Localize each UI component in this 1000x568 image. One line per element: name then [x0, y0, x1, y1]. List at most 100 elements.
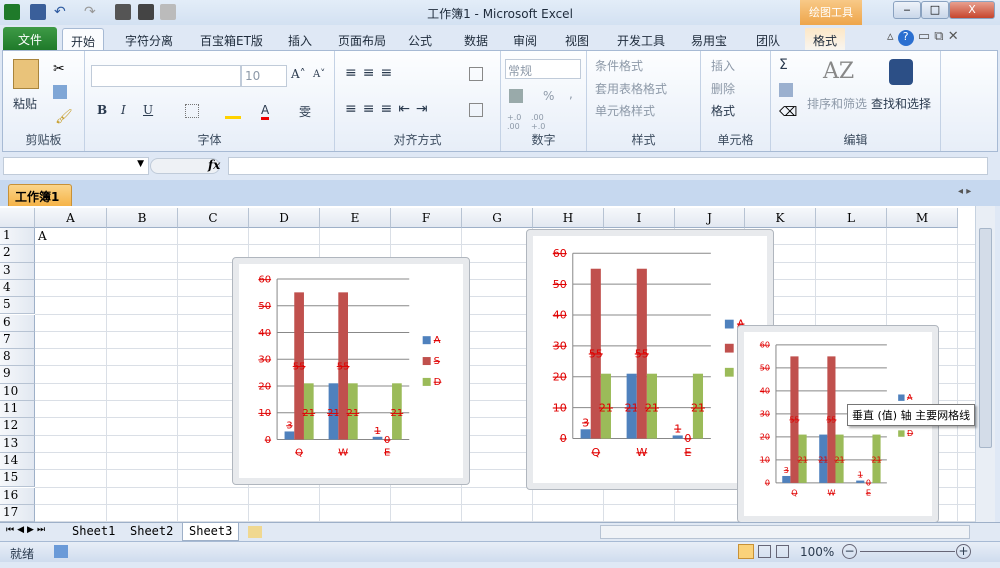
delete-cells-button[interactable]: 删除: [711, 80, 735, 97]
macro-record-icon[interactable]: [54, 545, 68, 558]
row-header-16[interactable]: 16: [0, 487, 35, 505]
workbook-tab[interactable]: 工作簿1: [8, 184, 72, 206]
column-header-F[interactable]: F: [391, 208, 462, 228]
workbook-nav-arrows[interactable]: ◂ ▸: [958, 186, 971, 197]
horizontal-scrollbar[interactable]: [600, 525, 970, 539]
tab-7[interactable]: 数据: [456, 28, 496, 51]
column-header-L[interactable]: L: [816, 208, 887, 228]
doc-restore-icon[interactable]: ⧉: [934, 29, 943, 44]
tab-4[interactable]: 插入: [280, 28, 320, 51]
chart-1[interactable]: 0 10 20 30 40 50 60 Q 3 55 21 W 21 55 21 E 1 0 21 A S D: [232, 257, 470, 485]
row-header-17[interactable]: 17: [0, 504, 35, 522]
row-header-6[interactable]: 6: [0, 314, 35, 332]
font-color-button[interactable]: A: [261, 103, 270, 120]
wrap-text-icon[interactable]: [469, 67, 483, 81]
clear-icon[interactable]: ⌫: [779, 105, 797, 120]
column-header-C[interactable]: C: [178, 208, 249, 228]
find-select-button[interactable]: 查找和选择: [871, 95, 931, 112]
tab-12[interactable]: 团队: [748, 28, 788, 51]
formula-input[interactable]: [228, 157, 988, 175]
column-header-E[interactable]: E: [320, 208, 391, 228]
page-break-view-icon[interactable]: [776, 545, 789, 558]
tab-1[interactable]: 开始: [62, 28, 105, 51]
row-header-15[interactable]: 15: [0, 470, 35, 488]
row-header-1[interactable]: 1: [0, 228, 35, 246]
select-all-corner[interactable]: [0, 208, 35, 228]
horizontal-align-icons[interactable]: ≡≡≡⇤⇥: [345, 101, 434, 117]
tab-11[interactable]: 易用宝: [683, 28, 735, 51]
insert-cells-button[interactable]: 插入: [711, 57, 735, 74]
sheet-tab-2[interactable]: Sheet2: [124, 523, 179, 541]
tab-13[interactable]: 格式: [805, 28, 846, 51]
doc-minimize-icon[interactable]: ▭: [918, 29, 930, 44]
currency-icon[interactable]: [509, 89, 523, 103]
border-icon[interactable]: [185, 104, 199, 118]
row-header-13[interactable]: 13: [0, 435, 35, 453]
sheet-tab-1[interactable]: Sheet1: [66, 523, 121, 541]
cell-styles-button[interactable]: 单元格样式: [595, 102, 655, 119]
cell-a1[interactable]: A: [38, 229, 47, 243]
shrink-font-button[interactable]: A˅: [313, 69, 325, 80]
column-header-G[interactable]: G: [462, 208, 533, 228]
column-header-I[interactable]: I: [604, 208, 675, 228]
tab-file[interactable]: 文件: [3, 27, 57, 50]
italic-button[interactable]: I: [121, 103, 126, 117]
column-header-J[interactable]: J: [675, 208, 745, 228]
column-header-A[interactable]: A: [35, 208, 107, 228]
row-header-9[interactable]: 9: [0, 366, 35, 384]
row-header-11[interactable]: 11: [0, 401, 35, 419]
conditional-format-button[interactable]: 条件格式: [595, 57, 643, 74]
tab-8[interactable]: 审阅: [505, 28, 545, 51]
page-layout-view-icon[interactable]: [758, 545, 771, 558]
collapse-ribbon-icon[interactable]: ▵: [887, 29, 894, 44]
decrease-decimal-button[interactable]: .00 +.0: [531, 113, 551, 131]
close-button[interactable]: X: [949, 1, 995, 19]
row-header-4[interactable]: 4: [0, 279, 35, 298]
row-header-8[interactable]: 8: [0, 349, 35, 367]
chart-2[interactable]: 0102030405060Q35521W215521E1021ASD: [526, 229, 774, 490]
tab-5[interactable]: 页面布局: [330, 28, 394, 51]
underline-button[interactable]: U: [143, 103, 153, 117]
vertical-align-icons[interactable]: ≡≡≡: [345, 65, 398, 81]
row-header-3[interactable]: 3: [0, 262, 35, 280]
worksheet-grid[interactable]: A B C D E F G H I J K L M 1 2 3 4 5 6 7 8 9 10 11 12 13 14 15 16 17 A 0…: [0, 206, 975, 522]
number-format-select[interactable]: 常规: [505, 59, 581, 79]
find-icon[interactable]: [889, 59, 913, 85]
zoom-level[interactable]: 100%: [800, 545, 834, 559]
column-header-M[interactable]: M: [887, 208, 958, 228]
autosum-button[interactable]: Σ: [779, 57, 788, 73]
fill-icon[interactable]: [779, 83, 793, 97]
column-header-H[interactable]: H: [533, 208, 604, 228]
cut-icon[interactable]: ✂: [53, 61, 65, 77]
grow-font-button[interactable]: A˄: [291, 67, 306, 81]
column-header-B[interactable]: B: [107, 208, 178, 228]
tab-9[interactable]: 视图: [557, 28, 597, 51]
vertical-scrollbar[interactable]: [975, 206, 995, 522]
font-size-select[interactable]: 10: [241, 65, 287, 87]
sheet-nav-arrows[interactable]: ⏮◀▶⏭: [6, 525, 48, 535]
row-header-7[interactable]: 7: [0, 331, 35, 350]
paste-button[interactable]: 粘贴: [13, 95, 37, 112]
scroll-thumb[interactable]: [979, 228, 992, 448]
help-icon[interactable]: ?: [897, 30, 914, 46]
sort-filter-button[interactable]: 排序和筛选: [807, 95, 867, 112]
zoom-in-button[interactable]: +: [956, 544, 971, 559]
row-header-5[interactable]: 5: [0, 297, 35, 315]
copy-icon[interactable]: [53, 85, 67, 99]
row-header-14[interactable]: 14: [0, 452, 35, 471]
sheet-tab-3[interactable]: Sheet3: [182, 523, 240, 541]
font-name-select[interactable]: [91, 65, 241, 87]
maximize-button[interactable]: □: [921, 1, 949, 19]
tab-3[interactable]: 百宝箱ET版: [192, 28, 271, 51]
sort-filter-icon[interactable]: AZ: [823, 59, 854, 84]
format-cells-button[interactable]: 格式: [711, 102, 735, 119]
column-header-K[interactable]: K: [745, 208, 816, 228]
percent-button[interactable]: %: [543, 89, 554, 103]
tab-6[interactable]: 公式: [400, 28, 440, 51]
column-header-D[interactable]: D: [249, 208, 320, 228]
insert-function-button[interactable]: fx: [208, 158, 220, 172]
doc-close-icon[interactable]: ✕: [948, 29, 959, 44]
row-header-2[interactable]: 2: [0, 245, 35, 263]
row-header-10[interactable]: 10: [0, 383, 35, 401]
name-box[interactable]: ▼: [3, 157, 149, 175]
